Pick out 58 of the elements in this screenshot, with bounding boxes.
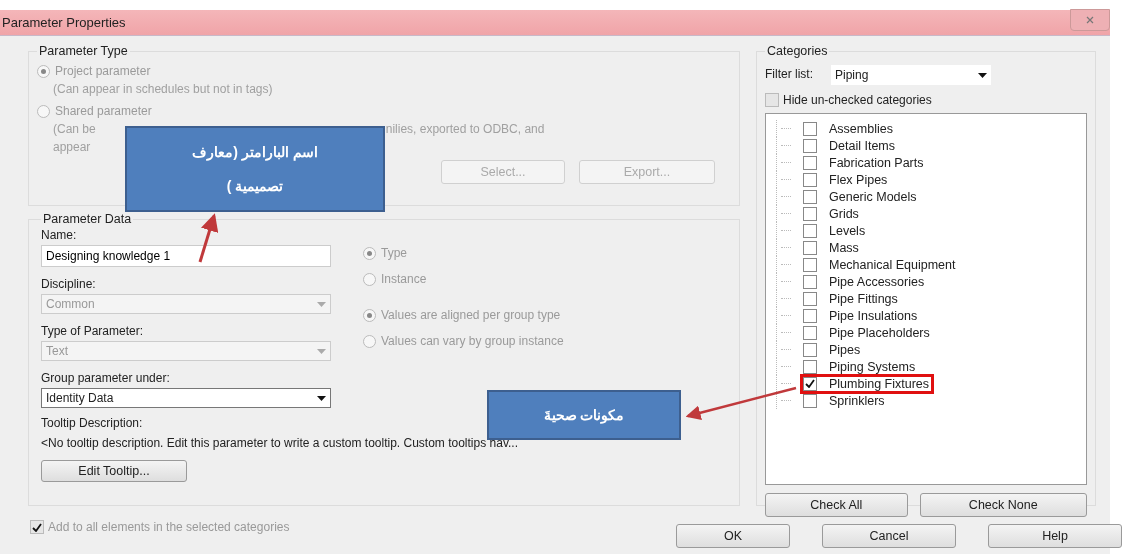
caret-icon [978,72,987,78]
option-label: Type [381,246,407,260]
category-item[interactable]: Sprinklers [803,393,887,408]
dialog-button[interactable]: Check All [765,493,908,517]
category-item[interactable]: Assemblies [803,121,895,136]
group-title: Parameter Data [42,212,133,226]
description-text: (Can be [53,122,96,136]
category-item[interactable]: Piping Systems [803,359,918,374]
filter-dropdown[interactable]: Piping [831,65,991,85]
category-item[interactable]: Grids [803,206,861,221]
description-text: nilies, exported to ODBC, and [385,122,545,136]
arrow [198,213,219,263]
category-item[interactable]: Mechanical Equipment [803,257,958,272]
category-item[interactable]: Pipe Placeholders [803,325,932,340]
check-icon [32,522,42,532]
checkbox-option[interactable]: Hide un-checked categories [765,93,1087,107]
field-label: Group parameter under: [41,371,170,385]
window-title: Parameter Properties [2,15,126,30]
check-icon [805,379,815,388]
option-label: Shared parameter [55,104,152,118]
caret-icon [317,348,326,354]
field-label: Name: [41,228,77,242]
option-label: Values can vary by group instance [381,334,564,348]
category-item[interactable]: Mass [803,240,861,255]
category-item[interactable]: Pipe Fittings [803,291,900,306]
category-item[interactable]: Pipes [803,342,863,357]
category-item[interactable]: Generic Models [803,189,919,204]
callout-box: مكونات صحيةَ [487,390,681,440]
field-label: Discipline: [41,277,96,291]
description-text: (Can appear in schedules but not in tags) [53,82,273,96]
category-item[interactable]: Detail Items [803,138,897,153]
dialog-button[interactable]: OK [676,524,790,548]
category-item[interactable]: Pipe Insulations [803,308,920,323]
option-label: Instance [381,272,427,286]
field-label: Tooltip Description: [41,416,143,430]
field-label: Type of Parameter: [41,324,144,338]
option-label: Values are aligned per group type [381,308,561,322]
caret-icon [317,301,326,307]
dialog-button[interactable]: Help [988,524,1122,548]
description-text: appear [53,140,91,154]
category-item[interactable]: Fabrication Parts [803,155,926,170]
name-field[interactable]: Designing knowledge 1 [41,245,331,267]
category-item[interactable]: Flex Pipes [803,172,890,187]
category-item[interactable]: Pipe Accessories [803,274,927,289]
caret-icon [317,395,326,401]
dropdown[interactable]: Identity Data [41,388,331,408]
category-item[interactable]: Plumbing Fixtures [803,376,932,391]
callout-box: اسم البارامتر (معارف تصميمية ) [125,126,385,212]
field-label: Filter list: [765,66,813,81]
close-icon [1086,15,1094,24]
group-title: Categories [766,44,829,58]
dialog-button[interactable]: Cancel [822,524,956,548]
close-button[interactable] [1070,8,1110,31]
dialog-button[interactable]: Check None [919,493,1087,517]
edit-tooltip-button[interactable]: Edit Tooltip... [41,460,187,482]
option-label: Project parameter [55,64,151,78]
category-item[interactable]: Levels [803,223,868,238]
group-title: Parameter Type [38,44,129,58]
